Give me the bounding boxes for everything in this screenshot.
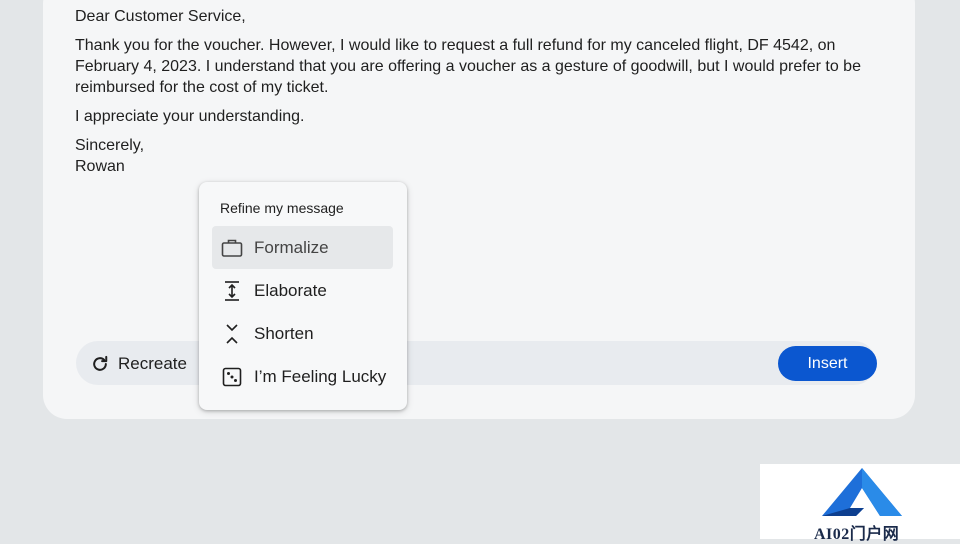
message-text[interactable]: Dear Customer Service, Thank you for the… (75, 6, 875, 177)
menu-item-label: Elaborate (254, 280, 327, 300)
menu-title: Refine my message (220, 200, 344, 216)
menu-item-label: Shorten (254, 323, 314, 343)
expand-vertical-icon (220, 279, 244, 303)
menu-item-label: I’m Feeling Lucky (254, 366, 387, 386)
menu-item-feeling-lucky[interactable]: I’m Feeling Lucky (212, 355, 393, 398)
menu-item-formalize[interactable]: Formalize (212, 226, 393, 269)
menu-item-label: Formalize (254, 237, 329, 257)
action-bar (76, 341, 876, 385)
watermark-text: AI02门户网 (814, 526, 900, 543)
message-body: Thank you for the voucher. However, I wo… (75, 37, 861, 96)
recreate-label: Recreate (118, 354, 187, 373)
message-name: Rowan (75, 158, 125, 175)
insert-button[interactable]: Insert (778, 346, 877, 381)
refresh-icon (90, 354, 110, 374)
message-closing: I appreciate your understanding. (75, 108, 305, 125)
menu-item-elaborate[interactable]: Elaborate (212, 269, 393, 312)
recreate-button[interactable]: Recreate (90, 350, 187, 378)
triangle-logo-icon (822, 468, 902, 516)
collapse-vertical-icon (220, 322, 244, 346)
refine-menu: Refine my message Formalize Elaborate Sh… (199, 182, 407, 410)
message-greeting: Dear Customer Service, (75, 8, 246, 25)
briefcase-icon (220, 236, 244, 260)
dice-icon (220, 365, 244, 389)
menu-item-shorten[interactable]: Shorten (212, 312, 393, 355)
message-signoff: Sincerely, (75, 137, 145, 154)
